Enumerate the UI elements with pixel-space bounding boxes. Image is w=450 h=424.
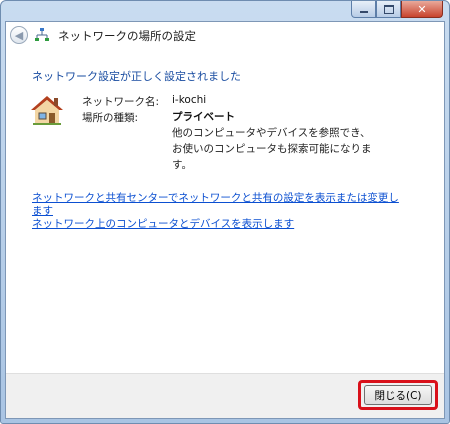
description-line: 他のコンピュータやデバイスを参照でき、 — [172, 127, 371, 139]
title-bar[interactable]: ✕ — [1, 1, 449, 21]
back-button[interactable]: ◀ — [10, 26, 28, 44]
close-window-button[interactable]: ✕ — [401, 1, 443, 18]
view-computers-link[interactable]: ネットワーク上のコンピュータとデバイスを表示します — [32, 218, 294, 231]
location-description: 他のコンピュータやデバイスを参照でき、 お使いのコンピュータも探索可能になりま … — [172, 125, 392, 173]
close-button[interactable]: 閉じる(C) — [364, 385, 432, 405]
dialog-footer: 閉じる(C) — [6, 373, 444, 418]
close-icon: ✕ — [417, 2, 427, 16]
dialog-content: ◀ ネットワークの場所の設定 ネットワーク設定が正しく設定されました ネットワー… — [5, 21, 445, 419]
network-icon — [35, 28, 49, 41]
dialog-header: ◀ ネットワークの場所の設定 — [6, 22, 444, 50]
link-line: ます — [32, 205, 53, 217]
minimize-icon — [359, 11, 368, 13]
dialog-title: ネットワークの場所の設定 — [58, 29, 196, 43]
location-type-value: プライベート — [172, 111, 235, 123]
network-center-link[interactable]: ネットワークと共有センターでネットワークと共有の設定を表示または変更し ます — [32, 192, 399, 218]
back-arrow-icon: ◀ — [14, 28, 24, 42]
caption-buttons: ✕ — [351, 1, 443, 18]
close-button-highlight: 閉じる(C) — [358, 380, 438, 410]
network-name-label: ネットワーク名: — [82, 96, 160, 108]
description-line: す。 — [172, 159, 192, 171]
network-name-value: i-kochi — [172, 94, 207, 106]
minimize-button[interactable] — [351, 1, 376, 18]
dialog-window: ✕ ◀ ネットワークの場所の設定 ネットワーク設定が正しく設定されました ネット… — [0, 0, 450, 424]
link-line: ネットワークと共有センターでネットワークと共有の設定を表示または変更し — [32, 192, 399, 204]
house-icon — [31, 96, 63, 125]
status-heading: ネットワーク設定が正しく設定されました — [32, 70, 241, 83]
location-type-label: 場所の種類: — [82, 112, 139, 124]
maximize-button[interactable] — [376, 1, 401, 18]
maximize-icon — [383, 4, 394, 14]
description-line: お使いのコンピュータも探索可能になりま — [172, 143, 372, 155]
